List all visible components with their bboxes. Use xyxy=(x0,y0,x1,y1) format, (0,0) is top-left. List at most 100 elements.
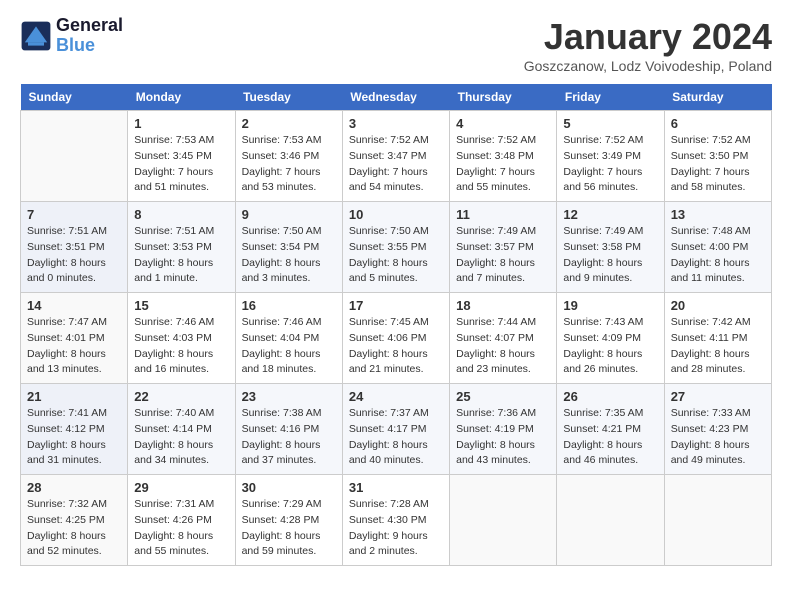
calendar-title: January 2024 xyxy=(524,16,772,58)
table-row: 22 Sunrise: 7:40 AMSunset: 4:14 PMDayligh… xyxy=(128,384,235,475)
day-info: Sunrise: 7:40 AMSunset: 4:14 PMDaylight:… xyxy=(134,406,228,469)
calendar-week-row: 7 Sunrise: 7:51 AMSunset: 3:51 PMDaylight… xyxy=(21,202,772,293)
calendar-week-row: 28 Sunrise: 7:32 AMSunset: 4:25 PMDayligh… xyxy=(21,475,772,566)
table-row: 6Sunrise: 7:52 AMSunset: 3:50 PMDaylight… xyxy=(664,111,771,202)
day-info: Sunrise: 7:28 AMSunset: 4:30 PMDaylight:… xyxy=(349,497,443,560)
day-info: Sunrise: 7:35 AMSunset: 4:21 PMDaylight:… xyxy=(563,406,657,469)
day-number: 8 xyxy=(134,207,228,222)
table-row: 8Sunrise: 7:51 AMSunset: 3:53 PMDaylight… xyxy=(128,202,235,293)
col-thursday: Thursday xyxy=(450,84,557,111)
day-number: 16 xyxy=(242,298,336,313)
table-row: 13Sunrise: 7:48 AMSunset: 4:00 PMDayligh… xyxy=(664,202,771,293)
day-info: Sunrise: 7:52 AMSunset: 3:50 PMDaylight:… xyxy=(671,133,765,196)
table-row: 25 Sunrise: 7:36 AMSunset: 4:19 PMDayligh… xyxy=(450,384,557,475)
day-info: Sunrise: 7:42 AMSunset: 4:11 PMDaylight:… xyxy=(671,315,765,378)
table-row: 10 Sunrise: 7:50 AMSunset: 3:55 PMDayligh… xyxy=(342,202,449,293)
day-number: 25 xyxy=(456,389,550,404)
table-row: 19 Sunrise: 7:43 AMSunset: 4:09 PMDayligh… xyxy=(557,293,664,384)
day-number: 18 xyxy=(456,298,550,313)
title-block: January 2024 Goszczanow, Lodz Voivodeshi… xyxy=(524,16,772,74)
col-monday: Monday xyxy=(128,84,235,111)
table-row xyxy=(21,111,128,202)
table-row: 26Sunrise: 7:35 AMSunset: 4:21 PMDayligh… xyxy=(557,384,664,475)
day-info: Sunrise: 7:44 AMSunset: 4:07 PMDaylight:… xyxy=(456,315,550,378)
logo-text: General Blue xyxy=(56,16,123,56)
table-row xyxy=(450,475,557,566)
day-number: 31 xyxy=(349,480,443,495)
calendar-week-row: 21Sunrise: 7:41 AMSunset: 4:12 PMDayligh… xyxy=(21,384,772,475)
day-number: 30 xyxy=(242,480,336,495)
calendar-header-row: Sunday Monday Tuesday Wednesday Thursday… xyxy=(21,84,772,111)
day-info: Sunrise: 7:50 AMSunset: 3:54 PMDaylight:… xyxy=(242,224,336,287)
day-info: Sunrise: 7:33 AMSunset: 4:23 PMDaylight:… xyxy=(671,406,765,469)
header: General Blue January 2024 Goszczanow, Lo… xyxy=(20,16,772,74)
day-number: 19 xyxy=(563,298,657,313)
table-row: 2Sunrise: 7:53 AMSunset: 3:46 PMDaylight… xyxy=(235,111,342,202)
table-row: 11 Sunrise: 7:49 AMSunset: 3:57 PMDayligh… xyxy=(450,202,557,293)
day-info: Sunrise: 7:29 AMSunset: 4:28 PMDaylight:… xyxy=(242,497,336,560)
day-info: Sunrise: 7:47 AMSunset: 4:01 PMDaylight:… xyxy=(27,315,121,378)
table-row: 9Sunrise: 7:50 AMSunset: 3:54 PMDaylight… xyxy=(235,202,342,293)
day-number: 13 xyxy=(671,207,765,222)
table-row: 21Sunrise: 7:41 AMSunset: 4:12 PMDayligh… xyxy=(21,384,128,475)
day-info: Sunrise: 7:45 AMSunset: 4:06 PMDaylight:… xyxy=(349,315,443,378)
table-row: 28 Sunrise: 7:32 AMSunset: 4:25 PMDayligh… xyxy=(21,475,128,566)
day-info: Sunrise: 7:51 AMSunset: 3:51 PMDaylight:… xyxy=(27,224,121,287)
table-row: 31 Sunrise: 7:28 AMSunset: 4:30 PMDayligh… xyxy=(342,475,449,566)
table-row: 16 Sunrise: 7:46 AMSunset: 4:04 PMDayligh… xyxy=(235,293,342,384)
day-info: Sunrise: 7:46 AMSunset: 4:04 PMDaylight:… xyxy=(242,315,336,378)
col-tuesday: Tuesday xyxy=(235,84,342,111)
table-row: 24Sunrise: 7:37 AMSunset: 4:17 PMDayligh… xyxy=(342,384,449,475)
day-number: 22 xyxy=(134,389,228,404)
day-info: Sunrise: 7:49 AMSunset: 3:58 PMDaylight:… xyxy=(563,224,657,287)
table-row: 7 Sunrise: 7:51 AMSunset: 3:51 PMDaylight… xyxy=(21,202,128,293)
table-row: 4Sunrise: 7:52 AMSunset: 3:48 PMDaylight… xyxy=(450,111,557,202)
table-row: 29 Sunrise: 7:31 AMSunset: 4:26 PMDayligh… xyxy=(128,475,235,566)
day-info: Sunrise: 7:31 AMSunset: 4:26 PMDaylight:… xyxy=(134,497,228,560)
day-info: Sunrise: 7:38 AMSunset: 4:16 PMDaylight:… xyxy=(242,406,336,469)
calendar-subtitle: Goszczanow, Lodz Voivodeship, Poland xyxy=(524,58,772,74)
day-info: Sunrise: 7:46 AMSunset: 4:03 PMDaylight:… xyxy=(134,315,228,378)
day-number: 27 xyxy=(671,389,765,404)
day-info: Sunrise: 7:43 AMSunset: 4:09 PMDaylight:… xyxy=(563,315,657,378)
day-number: 29 xyxy=(134,480,228,495)
day-number: 20 xyxy=(671,298,765,313)
table-row: 23 Sunrise: 7:38 AMSunset: 4:16 PMDayligh… xyxy=(235,384,342,475)
col-friday: Friday xyxy=(557,84,664,111)
calendar-week-row: 14 Sunrise: 7:47 AMSunset: 4:01 PMDayligh… xyxy=(21,293,772,384)
day-info: Sunrise: 7:52 AMSunset: 3:47 PMDaylight:… xyxy=(349,133,443,196)
day-number: 28 xyxy=(27,480,121,495)
day-number: 11 xyxy=(456,207,550,222)
logo-icon xyxy=(20,20,52,52)
table-row: 30 Sunrise: 7:29 AMSunset: 4:28 PMDayligh… xyxy=(235,475,342,566)
day-number: 5 xyxy=(563,116,657,131)
day-number: 14 xyxy=(27,298,121,313)
calendar-week-row: 1 Sunrise: 7:53 AMSunset: 3:45 PMDaylight… xyxy=(21,111,772,202)
table-row: 3 Sunrise: 7:52 AMSunset: 3:47 PMDaylight… xyxy=(342,111,449,202)
logo: General Blue xyxy=(20,16,123,56)
day-number: 3 xyxy=(349,116,443,131)
day-number: 15 xyxy=(134,298,228,313)
day-info: Sunrise: 7:53 AMSunset: 3:46 PMDaylight:… xyxy=(242,133,336,196)
day-number: 7 xyxy=(27,207,121,222)
day-info: Sunrise: 7:52 AMSunset: 3:49 PMDaylight:… xyxy=(563,133,657,196)
day-number: 1 xyxy=(134,116,228,131)
table-row xyxy=(664,475,771,566)
calendar-table: Sunday Monday Tuesday Wednesday Thursday… xyxy=(20,84,772,566)
day-number: 4 xyxy=(456,116,550,131)
day-number: 10 xyxy=(349,207,443,222)
day-info: Sunrise: 7:36 AMSunset: 4:19 PMDaylight:… xyxy=(456,406,550,469)
table-row: 18 Sunrise: 7:44 AMSunset: 4:07 PMDayligh… xyxy=(450,293,557,384)
day-number: 17 xyxy=(349,298,443,313)
day-info: Sunrise: 7:49 AMSunset: 3:57 PMDaylight:… xyxy=(456,224,550,287)
table-row xyxy=(557,475,664,566)
table-row: 14 Sunrise: 7:47 AMSunset: 4:01 PMDayligh… xyxy=(21,293,128,384)
table-row: 1 Sunrise: 7:53 AMSunset: 3:45 PMDaylight… xyxy=(128,111,235,202)
day-number: 23 xyxy=(242,389,336,404)
day-number: 24 xyxy=(349,389,443,404)
day-info: Sunrise: 7:50 AMSunset: 3:55 PMDaylight:… xyxy=(349,224,443,287)
col-sunday: Sunday xyxy=(21,84,128,111)
day-info: Sunrise: 7:32 AMSunset: 4:25 PMDaylight:… xyxy=(27,497,121,560)
day-info: Sunrise: 7:53 AMSunset: 3:45 PMDaylight:… xyxy=(134,133,228,196)
day-info: Sunrise: 7:41 AMSunset: 4:12 PMDaylight:… xyxy=(27,406,121,469)
